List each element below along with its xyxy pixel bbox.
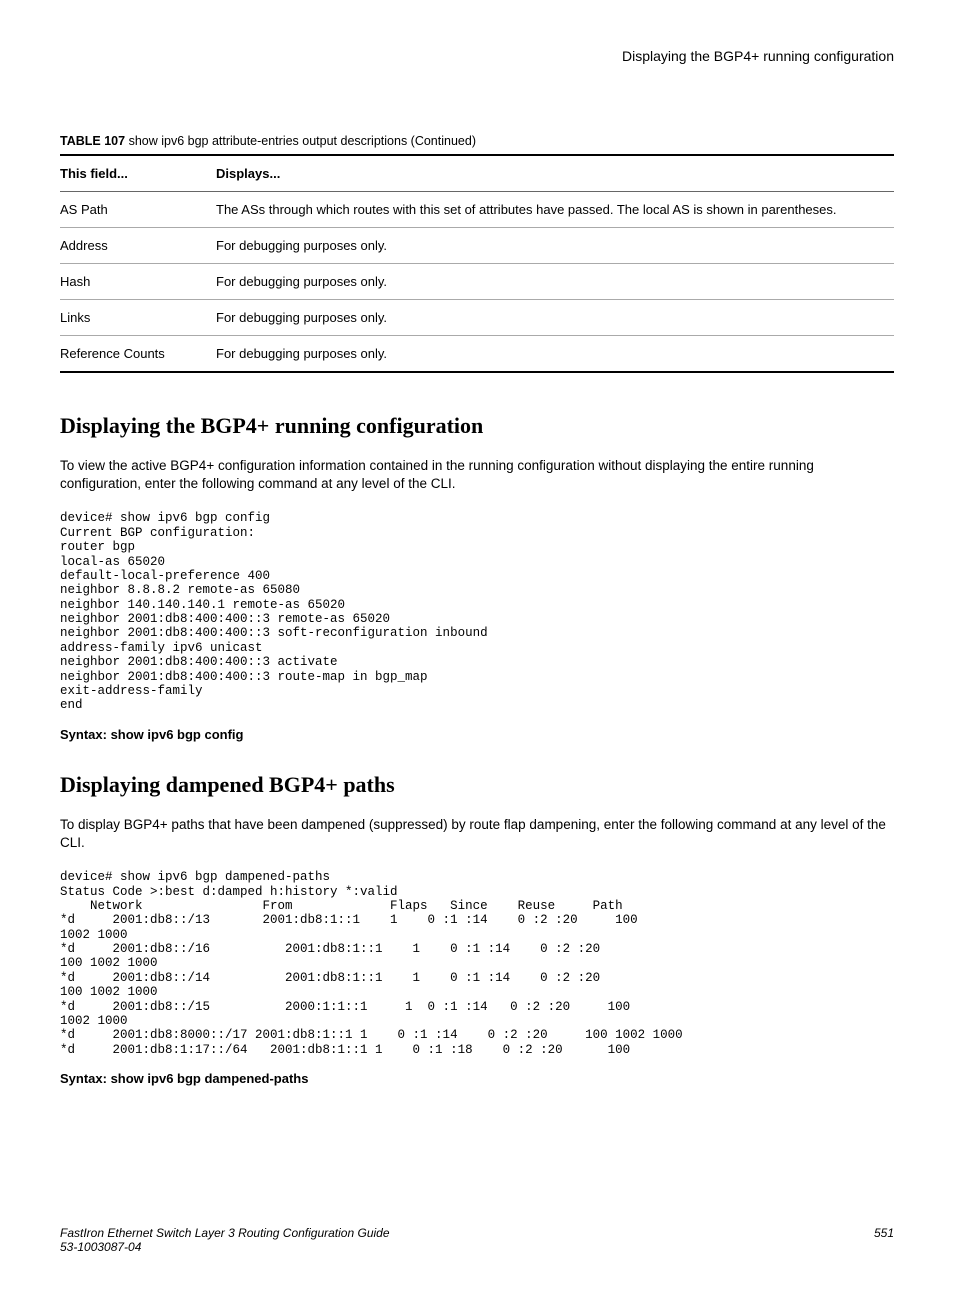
section-heading-running-config: Displaying the BGP4+ running configurati… (60, 413, 894, 439)
table-label: TABLE 107 (60, 134, 125, 148)
table-row: Links For debugging purposes only. (60, 300, 894, 336)
cell-field: Hash (60, 264, 216, 300)
section1-paragraph: To view the active BGP4+ configuration i… (60, 457, 894, 493)
section2-code-block: device# show ipv6 bgp dampened-paths Sta… (60, 870, 894, 1057)
section1-syntax: Syntax: show ipv6 bgp config (60, 727, 894, 742)
table-row: Reference Counts For debugging purposes … (60, 336, 894, 373)
footer-title: FastIron Ethernet Switch Layer 3 Routing… (60, 1226, 390, 1240)
section-heading-dampened-paths: Displaying dampened BGP4+ paths (60, 772, 894, 798)
cell-field: AS Path (60, 192, 216, 228)
section2-paragraph: To display BGP4+ paths that have been da… (60, 816, 894, 852)
cell-desc: For debugging purposes only. (216, 264, 894, 300)
table-row: Address For debugging purposes only. (60, 228, 894, 264)
table-107: This field... Displays... AS Path The AS… (60, 154, 894, 373)
table-caption-text: show ipv6 bgp attribute-entries output d… (129, 134, 476, 148)
cell-field: Address (60, 228, 216, 264)
page-footer: FastIron Ethernet Switch Layer 3 Routing… (60, 1226, 894, 1254)
cell-desc: For debugging purposes only. (216, 228, 894, 264)
table-107-caption: TABLE 107 show ipv6 bgp attribute-entrie… (60, 134, 894, 148)
cell-field: Reference Counts (60, 336, 216, 373)
section1-code-block: device# show ipv6 bgp config Current BGP… (60, 511, 894, 712)
cell-desc: For debugging purposes only. (216, 300, 894, 336)
cell-desc: The ASs through which routes with this s… (216, 192, 894, 228)
section2-syntax: Syntax: show ipv6 bgp dampened-paths (60, 1071, 894, 1086)
table-header-displays: Displays... (216, 155, 894, 192)
table-header-field: This field... (60, 155, 216, 192)
table-row: AS Path The ASs through which routes wit… (60, 192, 894, 228)
footer-page-number: 551 (874, 1226, 894, 1254)
footer-docnum: 53-1003087-04 (60, 1240, 390, 1254)
page-header-right: Displaying the BGP4+ running configurati… (60, 48, 894, 64)
table-row: Hash For debugging purposes only. (60, 264, 894, 300)
cell-field: Links (60, 300, 216, 336)
cell-desc: For debugging purposes only. (216, 336, 894, 373)
